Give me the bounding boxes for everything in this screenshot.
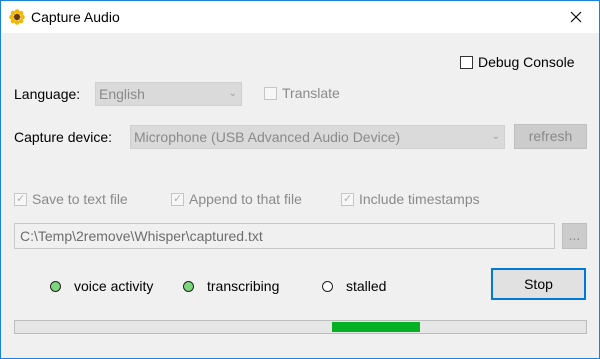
capture-audio-window: Capture Audio Debug Console Language: En… xyxy=(0,0,600,359)
stalled-indicator xyxy=(322,281,333,292)
debug-console-checkbox[interactable] xyxy=(460,56,473,69)
language-select[interactable]: English ⌄ xyxy=(95,82,242,106)
sunflower-icon xyxy=(9,9,25,25)
chevron-down-icon: ⌄ xyxy=(491,131,500,142)
refresh-button[interactable]: refresh xyxy=(514,124,587,149)
progress-bar-fill xyxy=(332,322,420,332)
save-to-text-file-checkbox[interactable]: ✓ xyxy=(14,193,27,206)
voice-activity-label: voice activity xyxy=(74,278,154,294)
transcribing-label: transcribing xyxy=(207,278,280,294)
checkmark-icon: ✓ xyxy=(173,193,183,205)
capture-device-label: Capture device: xyxy=(14,129,113,145)
transcribing-indicator xyxy=(183,281,194,292)
append-to-file-label[interactable]: Append to that file xyxy=(189,191,302,207)
capture-device-selected-value: Microphone (USB Advanced Audio Device) xyxy=(134,129,401,145)
include-timestamps-label[interactable]: Include timestamps xyxy=(359,191,480,207)
language-selected-value: English xyxy=(99,86,145,102)
progress-bar xyxy=(14,320,587,334)
voice-activity-indicator xyxy=(50,281,61,292)
save-to-text-file-label[interactable]: Save to text file xyxy=(32,191,128,207)
stalled-label: stalled xyxy=(346,278,387,294)
language-label: Language: xyxy=(14,86,81,102)
append-to-file-checkbox[interactable]: ✓ xyxy=(171,193,184,206)
debug-console-label[interactable]: Debug Console xyxy=(478,54,575,70)
capture-device-select[interactable]: Microphone (USB Advanced Audio Device) ⌄ xyxy=(130,125,505,149)
chevron-down-icon: ⌄ xyxy=(228,88,237,99)
checkmark-icon: ✓ xyxy=(16,193,26,205)
close-icon[interactable] xyxy=(553,1,599,33)
include-timestamps-checkbox[interactable]: ✓ xyxy=(341,193,354,206)
translate-checkbox[interactable] xyxy=(264,87,277,100)
title-bar[interactable]: Capture Audio xyxy=(1,1,599,33)
checkmark-icon: ✓ xyxy=(343,193,353,205)
window-title: Capture Audio xyxy=(31,9,120,25)
browse-button[interactable]: ... xyxy=(562,223,587,249)
translate-label[interactable]: Translate xyxy=(282,85,340,101)
output-path-field[interactable]: C:\Temp\2remove\Whisper\captured.txt xyxy=(14,223,555,249)
stop-button[interactable]: Stop xyxy=(491,268,586,300)
